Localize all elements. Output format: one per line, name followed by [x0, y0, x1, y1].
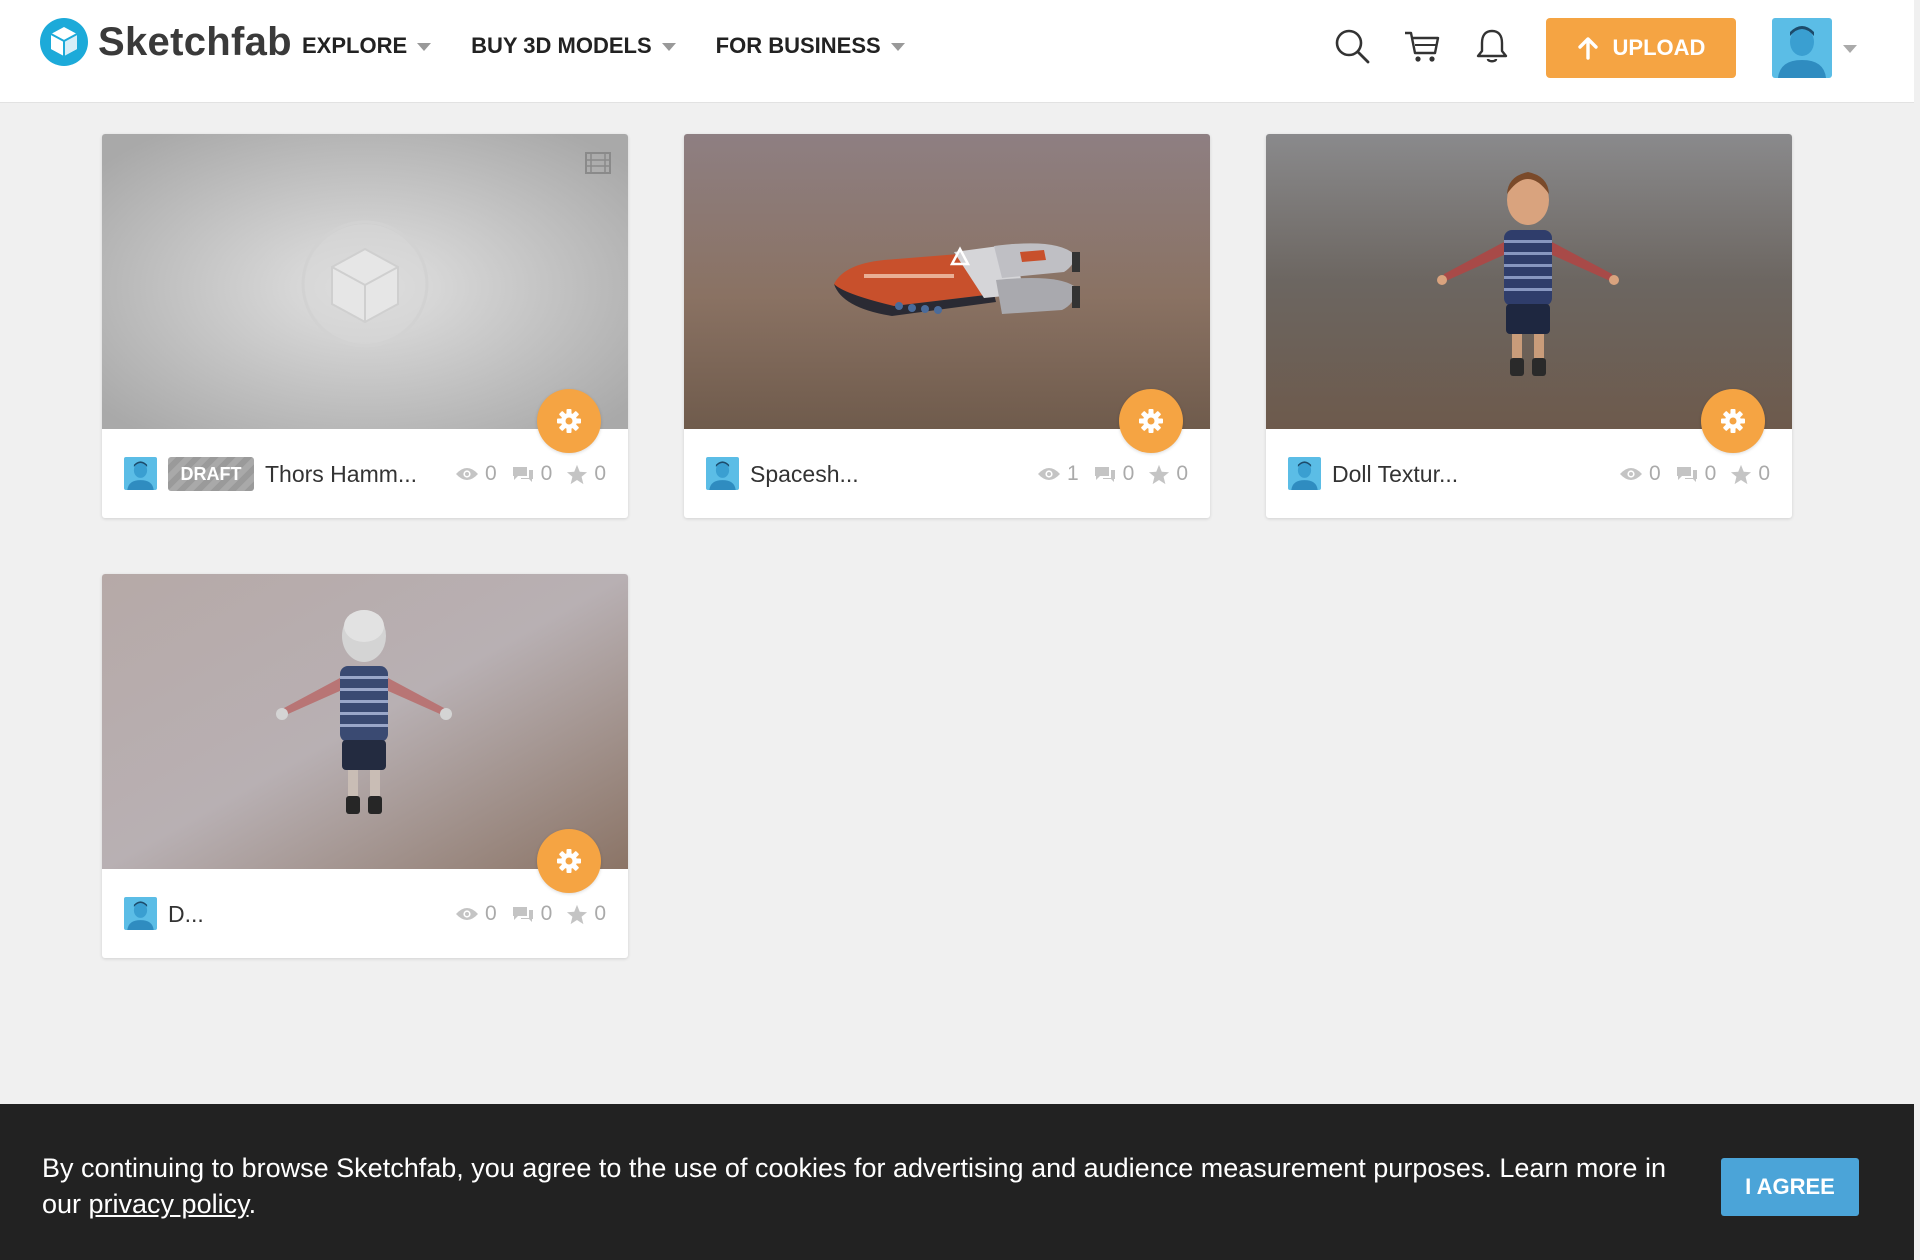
spaceship-thumbnail	[684, 134, 1210, 429]
views-count: 1	[1066, 462, 1079, 485]
nav-for-business[interactable]: FOR BUSINESS	[716, 33, 905, 59]
cookie-text-end: .	[248, 1189, 257, 1219]
nav-buy-3d-models[interactable]: BUY 3D MODELS	[471, 33, 676, 59]
i-agree-button[interactable]: I AGREE	[1721, 1158, 1859, 1216]
comment-icon	[1094, 467, 1115, 482]
eye-icon	[1037, 468, 1060, 480]
eye-icon	[455, 468, 478, 480]
author-avatar[interactable]	[124, 897, 157, 930]
logo-text: Sketchfab	[98, 19, 292, 64]
model-title[interactable]: D...	[168, 897, 204, 931]
model-title[interactable]: Thors Hamm...	[265, 457, 417, 491]
search-icon[interactable]	[1332, 26, 1372, 66]
model-title[interactable]: Doll Textur...	[1332, 457, 1458, 491]
comment-icon	[1676, 467, 1697, 482]
author-avatar-image	[706, 457, 739, 490]
author-avatar[interactable]	[706, 457, 739, 490]
upload-label: UPLOAD	[1612, 35, 1706, 60]
model-stats: 0 0 0	[455, 897, 606, 931]
eye-icon	[1619, 468, 1642, 480]
author-avatar[interactable]	[1288, 457, 1321, 490]
top-navbar: Sketchfab EXPLORE BUY 3D MODELS FOR BUSI…	[0, 0, 1914, 103]
comments-stat: 0	[511, 462, 553, 486]
likes-count: 0	[594, 462, 606, 485]
model-card: Doll Textur... 0 0 0	[1266, 134, 1792, 518]
comments-count: 0	[1704, 462, 1717, 485]
comments-count: 0	[540, 462, 553, 485]
chevron-down-icon	[417, 43, 432, 51]
chevron-down-icon	[661, 43, 676, 51]
upload-button[interactable]: UPLOAD	[1546, 18, 1736, 78]
views-stat: 1	[1037, 462, 1079, 486]
author-avatar-image	[124, 457, 157, 490]
model-card: D... 0 0 0	[102, 574, 628, 958]
likes-stat: 0	[1730, 462, 1770, 486]
model-stats: 0 0 0	[1619, 457, 1770, 491]
comments-stat: 0	[1675, 462, 1717, 486]
likes-count: 0	[1176, 462, 1188, 485]
placeholder-thumbnail	[102, 134, 628, 429]
film-icon	[585, 152, 611, 174]
views-stat: 0	[455, 902, 497, 926]
cart-icon[interactable]	[1402, 26, 1442, 66]
draft-badge: DRAFT	[168, 457, 254, 491]
sketchfab-logo[interactable]: Sketchfab	[40, 18, 292, 66]
main-nav: EXPLORE BUY 3D MODELS FOR BUSINESS	[302, 0, 905, 92]
likes-count: 0	[594, 902, 606, 925]
model-thumbnail[interactable]	[102, 134, 628, 429]
author-avatar-image	[124, 897, 157, 930]
nav-explore-label: EXPLORE	[302, 33, 408, 58]
card-footer: Spacesh... 1 0 0	[684, 429, 1210, 518]
privacy-policy-link[interactable]: privacy policy	[89, 1189, 249, 1219]
account-menu-chevron-icon[interactable]	[1843, 45, 1857, 53]
card-footer: D... 0 0 0	[102, 869, 628, 958]
author-avatar-image	[1288, 457, 1321, 490]
user-avatar[interactable]	[1772, 18, 1832, 78]
card-footer: Doll Textur... 0 0 0	[1266, 429, 1792, 518]
cookie-text: By continuing to browse Sketchfab, you a…	[42, 1153, 1666, 1219]
bell-icon[interactable]	[1472, 26, 1512, 66]
model-card: DRAFT Thors Hamm... 0 0 0	[102, 134, 628, 518]
comments-stat: 0	[511, 902, 553, 926]
model-title[interactable]: Spacesh...	[750, 457, 859, 491]
user-avatar-image	[1772, 18, 1832, 78]
cookie-message: By continuing to browse Sketchfab, you a…	[42, 1150, 1692, 1222]
star-icon	[567, 904, 588, 924]
card-footer: DRAFT Thors Hamm... 0 0 0	[102, 429, 628, 518]
likes-count: 0	[1758, 462, 1770, 485]
comments-count: 0	[540, 902, 553, 925]
nav-business-label: FOR BUSINESS	[715, 33, 881, 58]
likes-stat: 0	[1148, 462, 1188, 486]
model-card: Spacesh... 1 0 0	[684, 134, 1210, 518]
model-stats: 0 0 0	[455, 457, 606, 491]
comment-icon	[512, 907, 533, 922]
star-icon	[567, 464, 588, 484]
nav-buy-label: BUY 3D MODELS	[471, 33, 652, 58]
untextured-doll-thumbnail	[102, 574, 628, 869]
likes-stat: 0	[566, 462, 606, 486]
views-count: 0	[484, 902, 497, 925]
sketchfab-logo-icon	[40, 18, 88, 66]
views-stat: 0	[455, 462, 497, 486]
arrow-up-icon	[1577, 37, 1598, 60]
comment-icon	[512, 467, 533, 482]
comments-stat: 0	[1093, 462, 1135, 486]
star-icon	[1731, 464, 1752, 484]
textured-doll-thumbnail	[1266, 134, 1792, 429]
chevron-down-icon	[890, 43, 905, 51]
likes-stat: 0	[566, 902, 606, 926]
eye-icon	[455, 908, 478, 920]
views-count: 0	[484, 462, 497, 485]
model-thumbnail[interactable]	[102, 574, 628, 869]
comments-count: 0	[1122, 462, 1135, 485]
model-thumbnail[interactable]	[1266, 134, 1792, 429]
nav-explore[interactable]: EXPLORE	[302, 33, 432, 59]
cookie-banner: By continuing to browse Sketchfab, you a…	[0, 1104, 1914, 1260]
views-count: 0	[1648, 462, 1661, 485]
model-thumbnail[interactable]	[684, 134, 1210, 429]
model-stats: 1 0 0	[1037, 457, 1188, 491]
star-icon	[1149, 464, 1170, 484]
views-stat: 0	[1619, 462, 1661, 486]
author-avatar[interactable]	[124, 457, 157, 490]
